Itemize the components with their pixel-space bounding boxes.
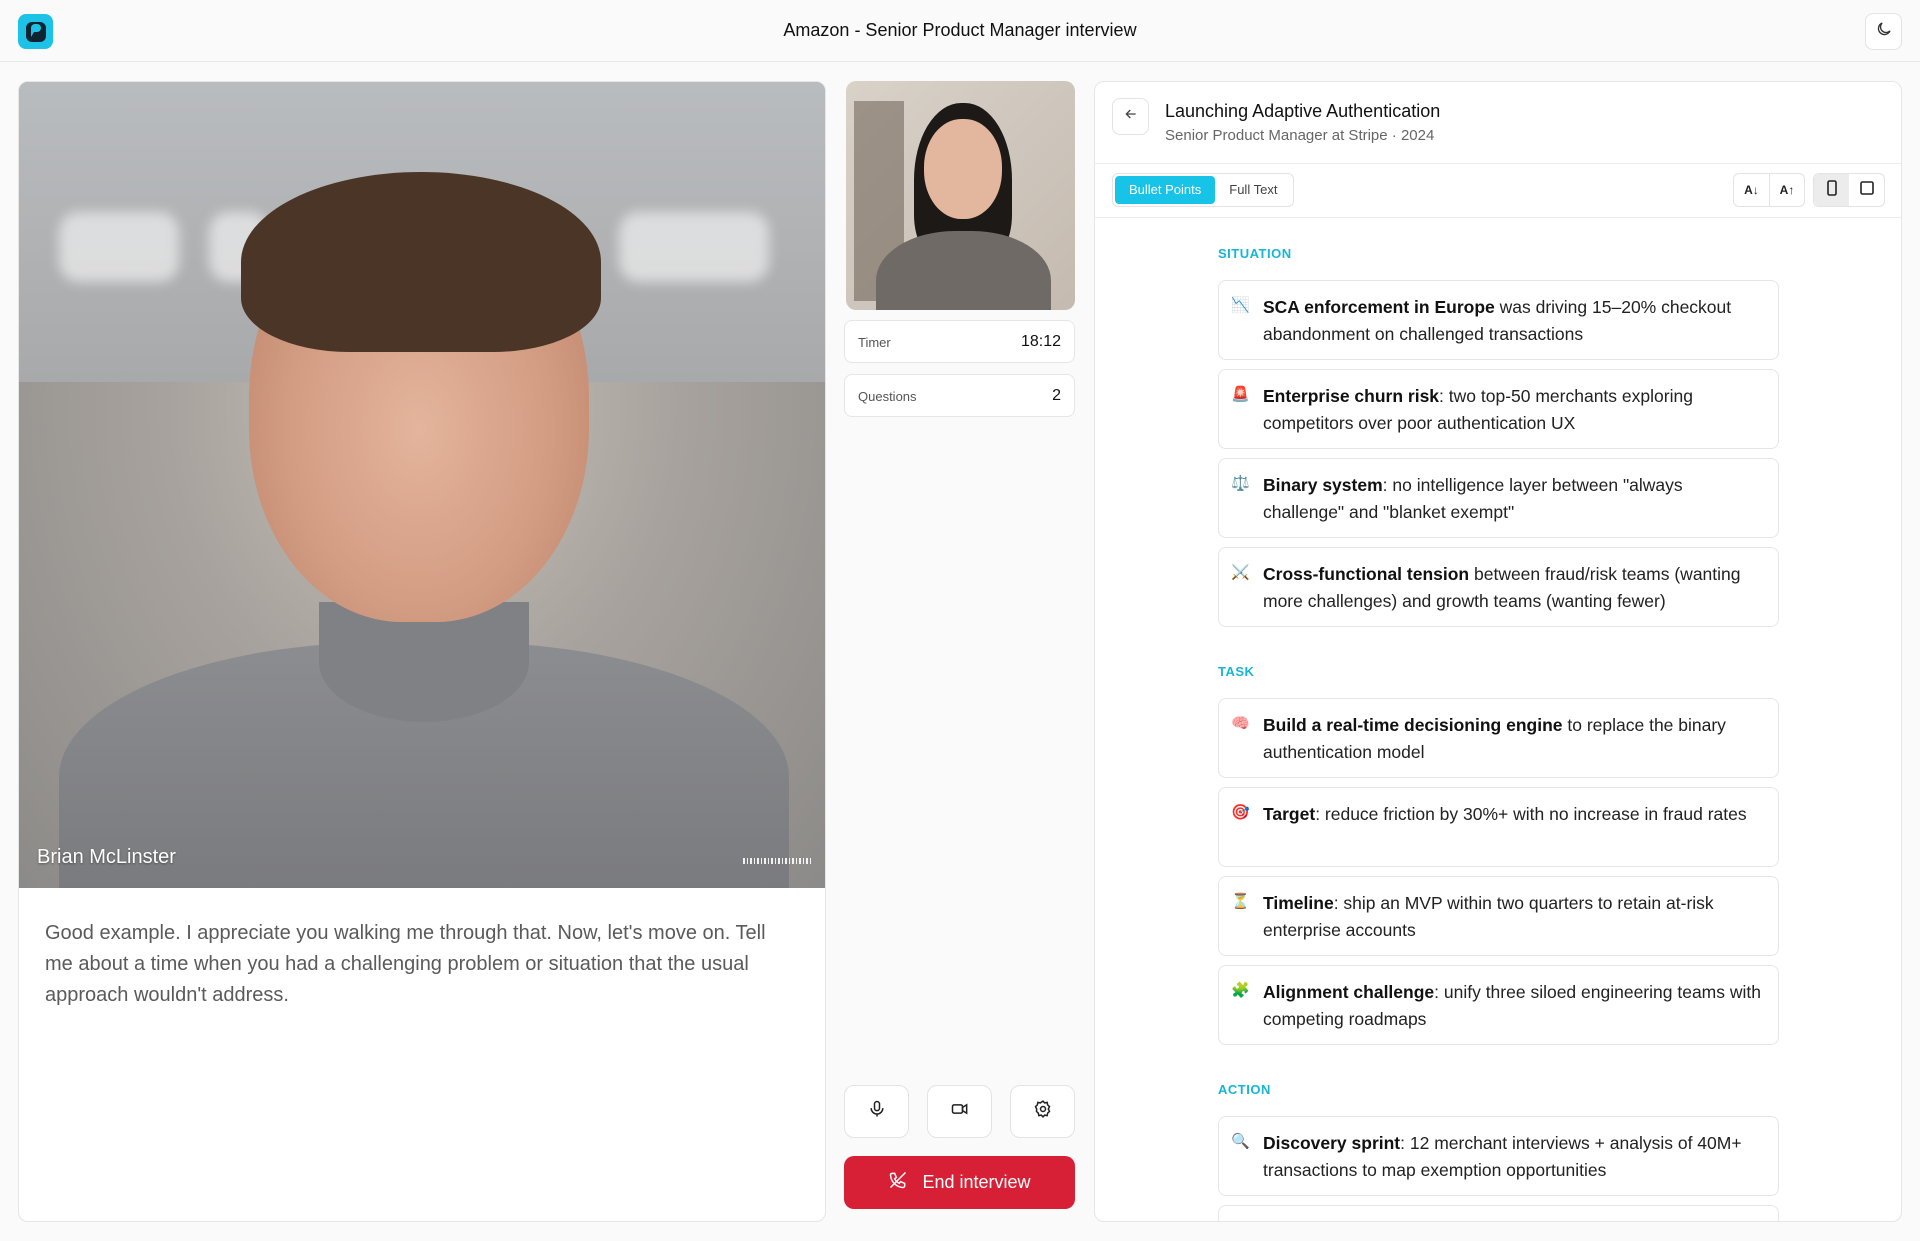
wide-layout-button[interactable] [1849,174,1884,206]
story-toolbar: Bullet Points Full Text A↓ A↑ [1095,164,1901,218]
questions-card: Questions 2 [844,374,1075,417]
arrow-left-icon [1123,106,1139,127]
interviewer-transcript: Good example. I appreciate you walking m… [45,922,766,1006]
timer-card: Timer 18:12 [844,320,1075,363]
interview-title: Amazon - Senior Product Manager intervie… [783,20,1137,40]
tab-full-text[interactable]: Full Text [1215,176,1291,204]
puzzle-icon: 🧩 [1231,982,1250,999]
bullet-heading: Timeline [1263,893,1334,913]
siren-icon: 🚨 [1231,386,1250,403]
microphone-button[interactable] [844,1085,909,1138]
phone-layout-icon [1825,179,1839,201]
story-panel: Launching Adaptive Authentication Senior… [1094,81,1902,1222]
self-video [846,81,1075,310]
magnifier-icon: 🔍 [1231,1133,1250,1150]
timer-value: 18:12 [1020,333,1061,350]
gear-icon [1033,1099,1053,1124]
bullet-item: ⏳ Timeline: ship an MVP within two quart… [1218,876,1779,956]
interviewer-panel: Brian McLinster Good example. I apprecia… [18,81,826,1222]
bullet-item: 🔍 Discovery sprint: 12 merchant intervie… [1218,1116,1779,1196]
increase-font-button[interactable]: A↑ [1769,174,1804,206]
brain-icon: 🧠 [1231,715,1250,732]
hourglass-icon: ⏳ [1231,893,1250,910]
end-interview-label: End interview [922,1172,1031,1192]
questions-label: Questions [858,389,917,404]
bullet-item: ⚖️ Binary system: no intelligence layer … [1218,458,1779,538]
bullet-heading: Discovery sprint [1263,1133,1401,1153]
bullet-heading: Alignment challenge [1263,982,1435,1002]
timer-label: Timer [858,335,891,350]
bullet-heading: Enterprise churn risk [1263,386,1440,406]
layout-controls [1813,173,1885,207]
crossed-swords-icon: ⚔️ [1231,564,1250,581]
audio-level-indicator [743,858,811,864]
bullet-text: : reduce friction by 30%+ with no increa… [1315,804,1747,824]
bullet-item: 🧠 Build a real-time decisioning engine t… [1218,698,1779,778]
theme-toggle-button[interactable] [1865,13,1902,50]
phone-off-icon [888,1170,908,1195]
moon-icon [1875,20,1893,43]
bullet-item: 🎯 Target: reduce friction by 30%+ with n… [1218,787,1779,867]
story-subtitle: Senior Product Manager at Stripe · 2024 [1165,127,1435,144]
camera-button[interactable] [927,1085,992,1138]
bullet-heading: Build a real-time decisioning engine [1263,715,1563,735]
decrease-font-button[interactable]: A↓ [1734,174,1769,206]
bullet-item: 🚨 Enterprise churn risk: two top-50 merc… [1218,369,1779,449]
interviewer-name: Brian McLinster [37,846,176,868]
bullet-item: 📉 SCA enforcement in Europe was driving … [1218,280,1779,360]
tab-bullet-points[interactable]: Bullet Points [1115,176,1216,204]
bullet-item: 🧩 Alignment challenge: unify three siloe… [1218,965,1779,1045]
end-interview-button[interactable]: End interview [844,1156,1075,1209]
section-task-label: TASK [1218,664,1255,679]
story-title: Launching Adaptive Authentication [1165,101,1441,121]
video-camera-icon [949,1099,971,1124]
scales-icon: ⚖️ [1231,475,1250,492]
bullet-item [1218,1205,1779,1221]
bullet-heading: Binary system [1263,475,1383,495]
bullet-heading: SCA enforcement in Europe [1263,297,1495,317]
top-bar: Amazon - Senior Product Manager intervie… [0,0,1920,62]
target-icon: 🎯 [1231,804,1250,821]
bullet-heading: Cross-functional tension [1263,564,1470,584]
narrow-layout-button[interactable] [1814,174,1849,206]
section-situation-label: SITUATION [1218,246,1292,261]
font-size-controls: A↓ A↑ [1733,173,1805,207]
story-header: Launching Adaptive Authentication Senior… [1095,82,1901,164]
settings-button[interactable] [1010,1085,1075,1138]
view-mode-toggle: Bullet Points Full Text [1112,173,1295,207]
interviewer-video: Brian McLinster [19,82,825,888]
questions-value: 2 [1052,387,1061,404]
section-action-label: ACTION [1218,1082,1271,1097]
bullet-item: ⚔️ Cross-functional tension between frau… [1218,547,1779,627]
chart-down-icon: 📉 [1231,297,1250,314]
square-layout-icon [1859,180,1875,201]
back-button[interactable] [1112,98,1149,135]
bullet-heading: Target [1263,804,1316,824]
microphone-icon [867,1099,887,1124]
